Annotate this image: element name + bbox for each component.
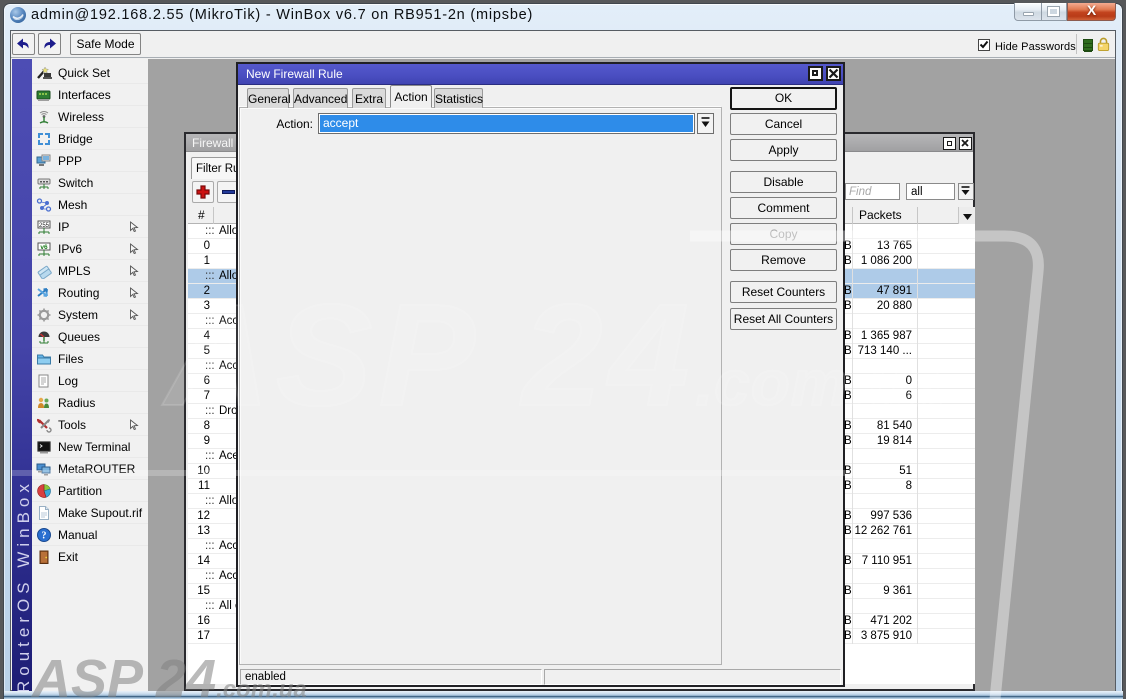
svg-text:v6: v6: [40, 244, 48, 251]
svg-text:?: ?: [42, 530, 47, 541]
